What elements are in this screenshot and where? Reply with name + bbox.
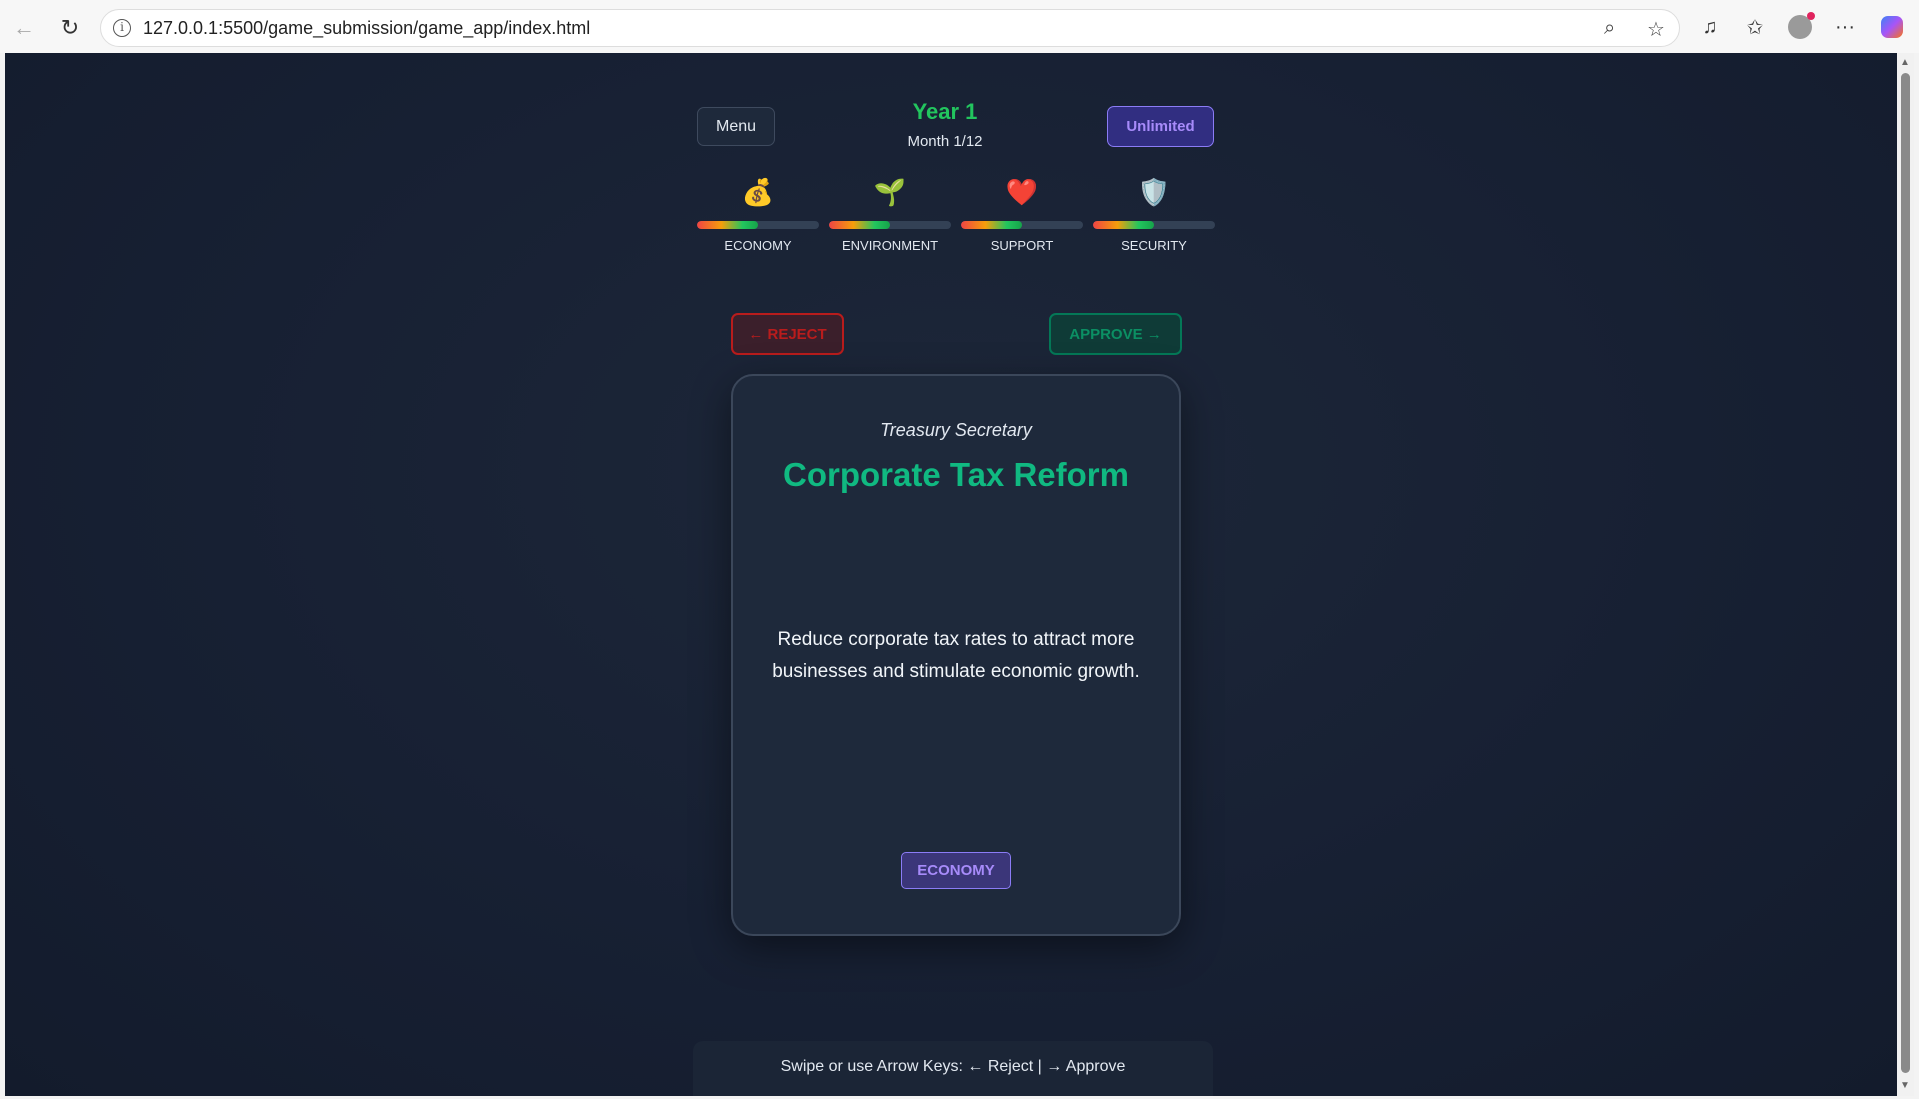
card-category-tag: ECONOMY [901, 852, 1011, 889]
copilot-icon[interactable] [1876, 12, 1908, 42]
stat-label: SUPPORT [990, 238, 1054, 253]
favorites-icon[interactable]: ✩ [1739, 12, 1771, 42]
reload-icon[interactable]: ↻ [54, 12, 86, 44]
stat-bar [1093, 221, 1215, 229]
approve-button[interactable]: APPROVE → [1049, 313, 1182, 355]
money-bag-icon: 💰 [741, 177, 775, 207]
decision-card[interactable]: Treasury Secretary Corporate Tax Reform … [731, 374, 1181, 936]
menu-button[interactable]: Menu [697, 107, 775, 146]
stat-label: ENVIRONMENT [841, 238, 939, 253]
controls-hint: Swipe or use Arrow Keys: ← Reject | → Ap… [693, 1041, 1213, 1096]
heart-icon: ❤️ [1005, 177, 1039, 207]
stat-support: ❤️ SUPPORT [961, 177, 1083, 253]
profile-avatar-icon[interactable] [1784, 12, 1816, 42]
stat-bar-fill [829, 221, 890, 229]
game-page: Menu Year 1 Month 1/12 Unlimited 💰 ECONO… [5, 53, 1897, 1096]
stat-security: 🛡️ SECURITY [1093, 177, 1215, 253]
stat-bar [829, 221, 951, 229]
read-aloud-icon[interactable]: ♫ [1694, 12, 1726, 42]
stat-environment: 🌱 ENVIRONMENT [829, 177, 951, 253]
address-bar[interactable]: i 127.0.0.1:5500/game_submission/game_ap… [100, 9, 1680, 47]
zoom-icon[interactable]: ⌕ [1604, 17, 1615, 40]
card-role: Treasury Secretary [880, 420, 1032, 440]
more-options-icon[interactable]: ··· [1829, 12, 1861, 42]
page-scrollbar[interactable]: ▲ ▼ [1897, 53, 1914, 1096]
shield-icon: 🛡️ [1137, 177, 1171, 207]
stat-bar-fill [961, 221, 1022, 229]
scroll-thumb[interactable] [1901, 73, 1910, 1073]
stat-bar-fill [697, 221, 758, 229]
favorite-star-icon[interactable]: ☆ [1647, 17, 1665, 42]
browser-toolbar: ← ↻ i 127.0.0.1:5500/game_submission/gam… [0, 0, 1919, 53]
reject-button[interactable]: ← REJECT [731, 313, 844, 355]
year-label: Year 1 [912, 99, 978, 124]
stat-label: SECURITY [1121, 238, 1187, 253]
month-label: Month 1/12 [907, 133, 983, 150]
card-title: Corporate Tax Reform [783, 456, 1129, 493]
scroll-up-icon[interactable]: ▲ [1900, 57, 1910, 68]
back-icon[interactable]: ← [8, 12, 40, 44]
stat-economy: 💰 ECONOMY [697, 177, 819, 253]
stat-bar-fill [1093, 221, 1154, 229]
mode-button[interactable]: Unlimited [1107, 106, 1214, 147]
card-description: Reduce corporate tax rates to attract mo… [772, 629, 1140, 682]
site-info-icon[interactable]: i [113, 19, 131, 37]
seedling-icon: 🌱 [873, 177, 907, 207]
scroll-down-icon[interactable]: ▼ [1900, 1080, 1910, 1091]
stat-bar [697, 221, 819, 229]
stat-bar [961, 221, 1083, 229]
stat-label: ECONOMY [724, 238, 792, 253]
url-text[interactable]: 127.0.0.1:5500/game_submission/game_app/… [143, 10, 590, 46]
